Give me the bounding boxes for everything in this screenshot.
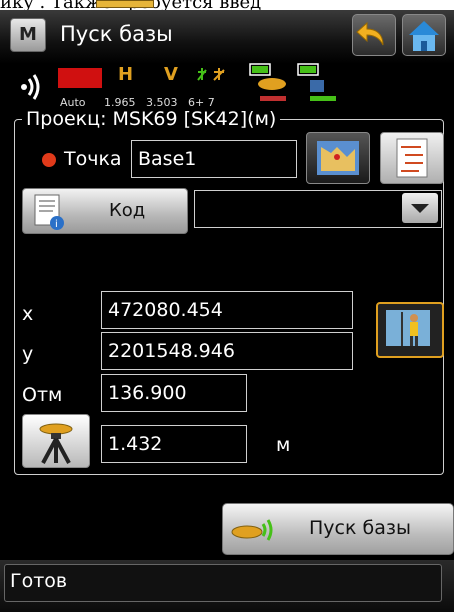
- surveyor-icon: [386, 310, 430, 346]
- v-label: V: [164, 64, 178, 85]
- y-field[interactable]: 2201548.946: [101, 332, 353, 370]
- x-field[interactable]: 472080.454: [101, 291, 353, 329]
- code-dropdown-toggle[interactable]: [402, 193, 438, 223]
- h-label: H: [118, 64, 134, 85]
- svg-text:i: i: [55, 219, 58, 230]
- elevation-field[interactable]: 136.900: [101, 374, 247, 412]
- project-label: Проекц: MSK69 [SK42](м): [22, 108, 281, 130]
- highlight-icon: [96, 0, 154, 8]
- document-info-icon: i: [34, 194, 64, 230]
- antenna-height-field[interactable]: 1.432: [101, 425, 247, 463]
- y-label: y: [22, 343, 34, 365]
- code-button-label: Код: [109, 200, 146, 221]
- code-button[interactable]: i Код: [22, 188, 188, 234]
- home-button[interactable]: [402, 14, 446, 56]
- start-base-label: Пуск базы: [309, 517, 411, 539]
- back-arrow-icon: [356, 21, 384, 46]
- status-text: Готов: [10, 570, 68, 592]
- radio-signal-icon: [21, 74, 40, 100]
- measure-point-button[interactable]: [376, 302, 444, 358]
- window-title: Пуск базы: [60, 22, 173, 46]
- point-name-field[interactable]: Base1: [131, 140, 297, 178]
- tripod-icon: [39, 423, 73, 464]
- start-base-button[interactable]: Пуск базы: [222, 503, 454, 555]
- chevron-down-icon: [411, 204, 429, 213]
- status-field: [4, 564, 442, 602]
- map-button[interactable]: [306, 132, 370, 184]
- menu-button[interactable]: M: [10, 18, 46, 52]
- antenna-height-unit: м: [276, 434, 291, 456]
- home-icon: [409, 21, 439, 51]
- document-strip: ику . Также требуется введ: [0, 0, 454, 10]
- list-button[interactable]: [380, 132, 444, 184]
- satellite-icon: [197, 68, 225, 81]
- base-antenna-icon: [231, 519, 273, 541]
- map-icon: [317, 141, 359, 175]
- battery-icon: [249, 63, 286, 101]
- list-icon: [396, 138, 428, 178]
- signal-status-bar: [58, 68, 102, 88]
- back-button[interactable]: [352, 14, 396, 56]
- elevation-label: Отм: [22, 384, 63, 406]
- x-label: x: [22, 303, 34, 325]
- point-label: Точка: [64, 148, 122, 170]
- point-status-icon: [42, 153, 56, 167]
- receiver-battery-icon: [297, 63, 336, 101]
- antenna-height-button[interactable]: [22, 414, 90, 468]
